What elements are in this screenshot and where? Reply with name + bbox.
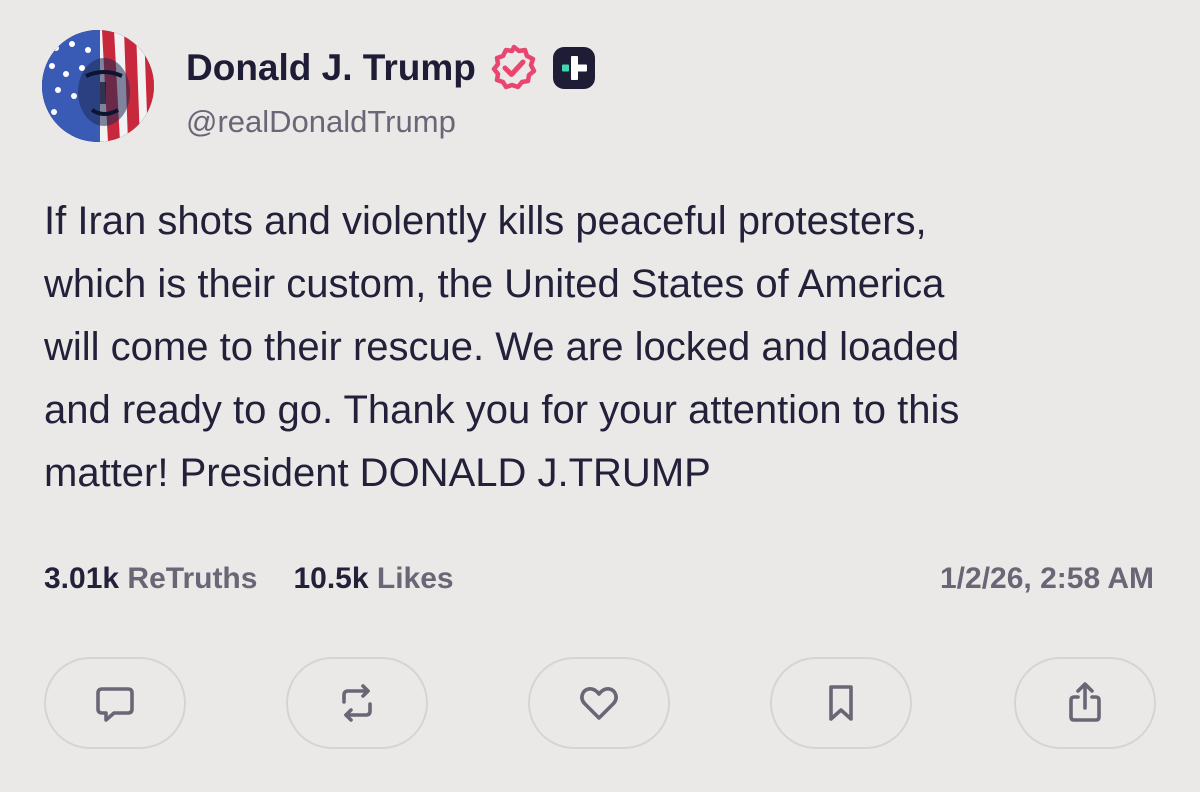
retruth-button[interactable]: [286, 657, 428, 749]
retruths-count: 3.01k: [44, 562, 120, 595]
share-icon: [1069, 682, 1101, 722]
bookmark-icon: [829, 685, 853, 721]
truth-post: Donald J. Trump @realDonaldTrump If Iran…: [0, 0, 1200, 792]
user-handle[interactable]: @realDonaldTrump: [186, 104, 456, 140]
likes-stat[interactable]: 10.5k Likes: [293, 562, 453, 596]
share-button[interactable]: [1014, 657, 1156, 749]
name-row: Donald J. Trump: [186, 44, 596, 92]
verified-badge-icon: [490, 44, 538, 92]
retruth-icon: [342, 684, 372, 722]
post-text: If Iran shots and violently kills peacef…: [44, 199, 960, 495]
truth-plus-icon: [552, 46, 596, 90]
bookmark-button[interactable]: [770, 657, 912, 749]
action-bar: [44, 657, 1156, 751]
retruths-label: ReTruths: [127, 562, 258, 595]
post-timestamp[interactable]: 1/2/26, 2:58 AM: [940, 562, 1154, 596]
display-name[interactable]: Donald J. Trump: [186, 47, 476, 89]
like-button[interactable]: [528, 657, 670, 749]
likes-count: 10.5k: [293, 562, 369, 595]
avatar-image: [42, 30, 154, 142]
like-icon: [580, 687, 618, 720]
avatar[interactable]: [42, 30, 154, 142]
post-stats: 3.01k ReTruths 10.5k Likes: [44, 562, 454, 596]
likes-label: Likes: [376, 562, 454, 595]
retruths-stat[interactable]: 3.01k ReTruths: [44, 562, 257, 596]
reply-button[interactable]: [44, 657, 186, 749]
reply-icon: [96, 687, 134, 722]
